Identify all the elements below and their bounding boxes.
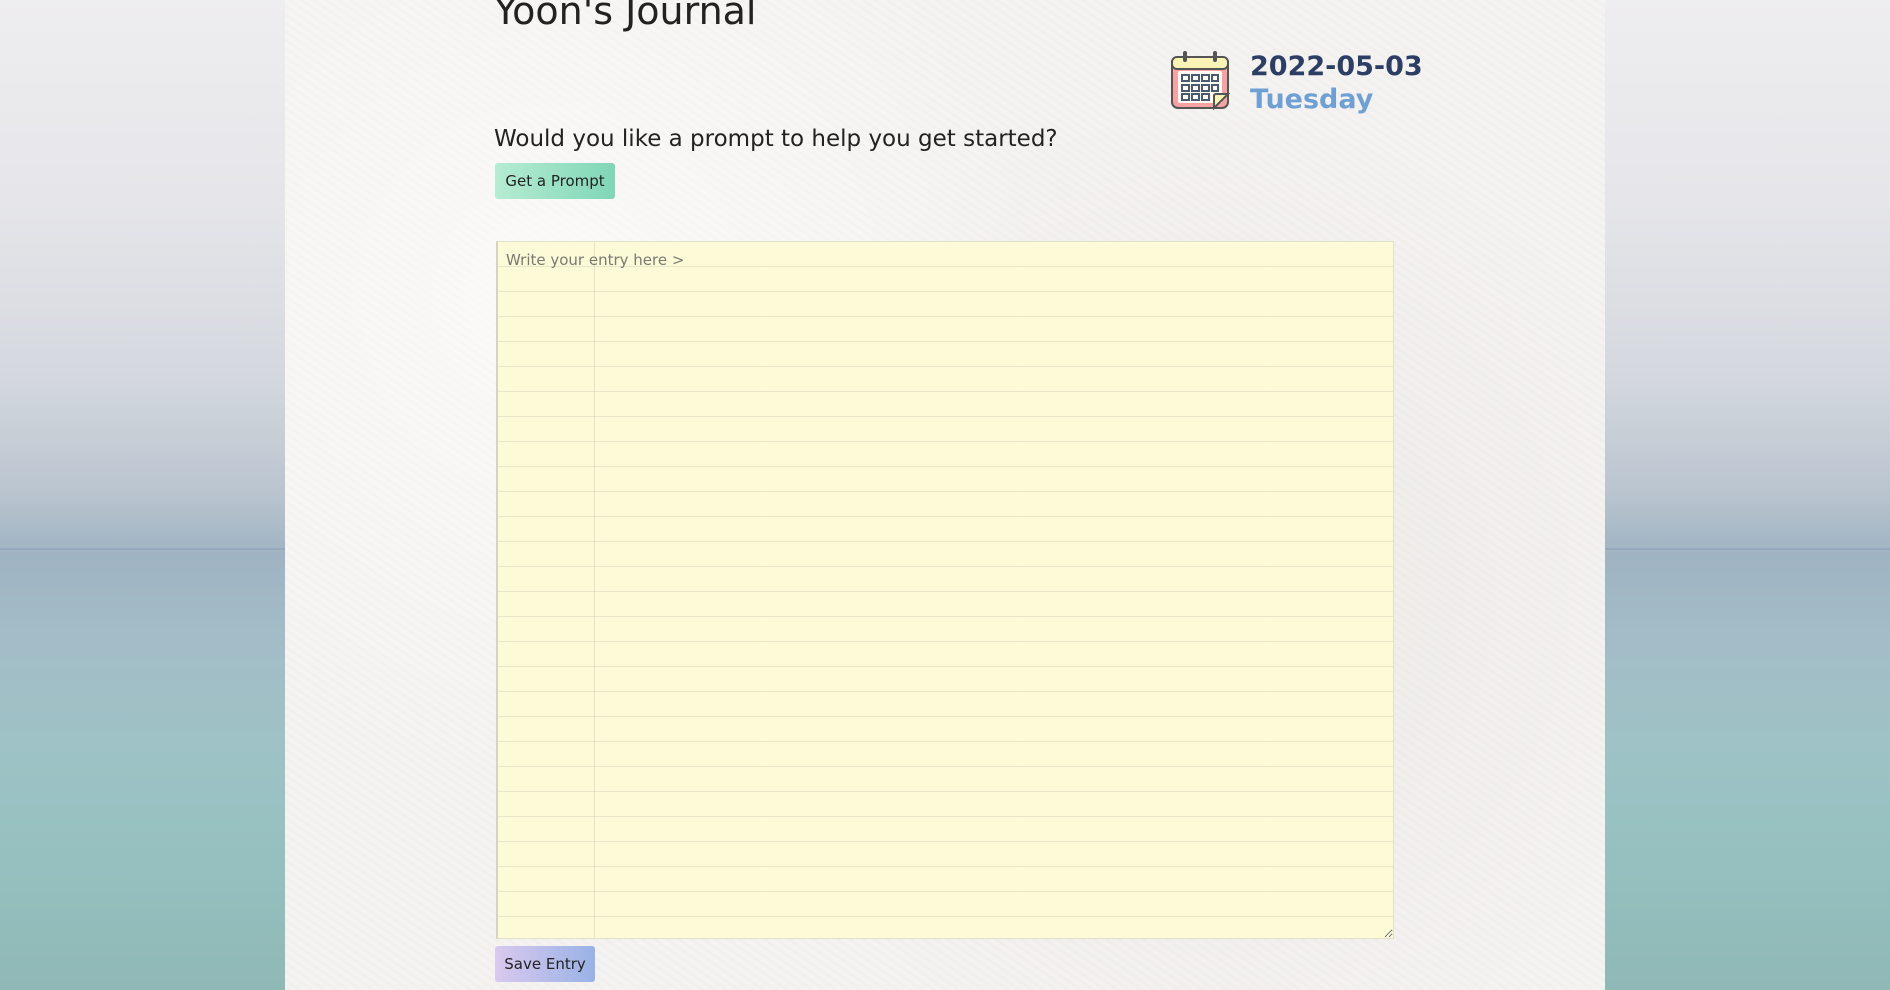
get-prompt-button[interactable]: Get a Prompt <box>495 163 615 199</box>
entry-weekday: Tuesday <box>1250 84 1374 115</box>
journal-entry-textarea[interactable] <box>496 241 1394 939</box>
entry-area <box>496 241 1394 939</box>
save-entry-button[interactable]: Save Entry <box>495 946 595 982</box>
entry-date: 2022-05-03 <box>1250 51 1423 82</box>
journal-title: Yoon's Journal <box>494 0 757 33</box>
calendar-icon <box>1171 51 1230 111</box>
prompt-question: Would you like a prompt to help you get … <box>494 126 1058 152</box>
